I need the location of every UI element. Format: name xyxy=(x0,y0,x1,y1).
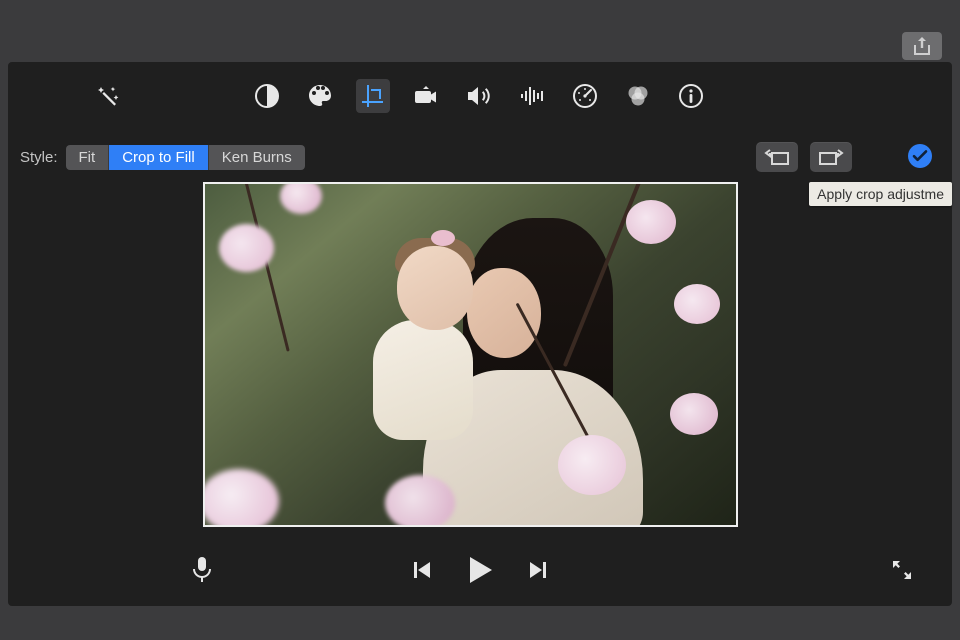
speedometer-icon xyxy=(572,83,598,109)
stabilization-button[interactable] xyxy=(409,79,443,113)
magic-wand-icon xyxy=(96,84,120,108)
previous-button[interactable] xyxy=(410,559,432,586)
adjustment-toolbar xyxy=(8,74,952,118)
apply-crop-button[interactable] xyxy=(906,142,934,170)
color-correction-button[interactable] xyxy=(303,79,337,113)
info-button[interactable] xyxy=(674,79,708,113)
playback-bar xyxy=(8,550,952,594)
rotate-ccw-button[interactable] xyxy=(756,142,798,172)
window-titlebar xyxy=(0,0,960,60)
crop-icon xyxy=(360,83,386,109)
inspector-panel: Style: Fit Crop to Fill Ken Burns Apply … xyxy=(8,62,952,606)
voiceover-button[interactable] xyxy=(192,556,212,589)
style-bar: Style: Fit Crop to Fill Ken Burns xyxy=(20,145,305,170)
checkmark-circle-icon xyxy=(907,143,933,169)
apply-crop-tooltip: Apply crop adjustme xyxy=(809,182,952,206)
style-option-fit[interactable]: Fit xyxy=(66,145,110,170)
rotate-cw-icon xyxy=(818,147,844,167)
microphone-icon xyxy=(192,556,212,584)
play-icon xyxy=(466,555,494,585)
rotate-cw-button[interactable] xyxy=(810,142,852,172)
equalizer-icon xyxy=(519,85,545,107)
color-filters-button[interactable] xyxy=(621,79,655,113)
speed-button[interactable] xyxy=(568,79,602,113)
rotate-controls xyxy=(756,142,852,172)
style-label: Style: xyxy=(20,149,58,166)
style-option-crop-to-fill[interactable]: Crop to Fill xyxy=(109,145,209,170)
expand-icon xyxy=(890,558,914,582)
preview-image xyxy=(205,184,736,525)
style-option-ken-burns[interactable]: Ken Burns xyxy=(209,145,305,170)
skip-forward-icon xyxy=(528,559,550,581)
share-icon xyxy=(913,36,931,56)
speaker-icon xyxy=(466,85,492,107)
skip-back-icon xyxy=(410,559,432,581)
next-button[interactable] xyxy=(528,559,550,586)
crop-button[interactable] xyxy=(356,79,390,113)
volume-button[interactable] xyxy=(462,79,496,113)
auto-enhance-button[interactable] xyxy=(94,82,122,110)
noise-reduction-button[interactable] xyxy=(515,79,549,113)
share-button[interactable] xyxy=(902,32,942,60)
palette-icon xyxy=(307,83,333,109)
rotate-ccw-icon xyxy=(764,147,790,167)
fullscreen-button[interactable] xyxy=(890,558,914,587)
play-button[interactable] xyxy=(466,555,494,590)
preview-viewer[interactable] xyxy=(203,182,738,527)
style-segmented-control[interactable]: Fit Crop to Fill Ken Burns xyxy=(66,145,305,170)
info-icon xyxy=(678,83,704,109)
color-balance-button[interactable] xyxy=(250,79,284,113)
video-camera-icon xyxy=(414,85,438,107)
contrast-icon xyxy=(254,83,280,109)
overlap-circles-icon xyxy=(625,83,651,109)
